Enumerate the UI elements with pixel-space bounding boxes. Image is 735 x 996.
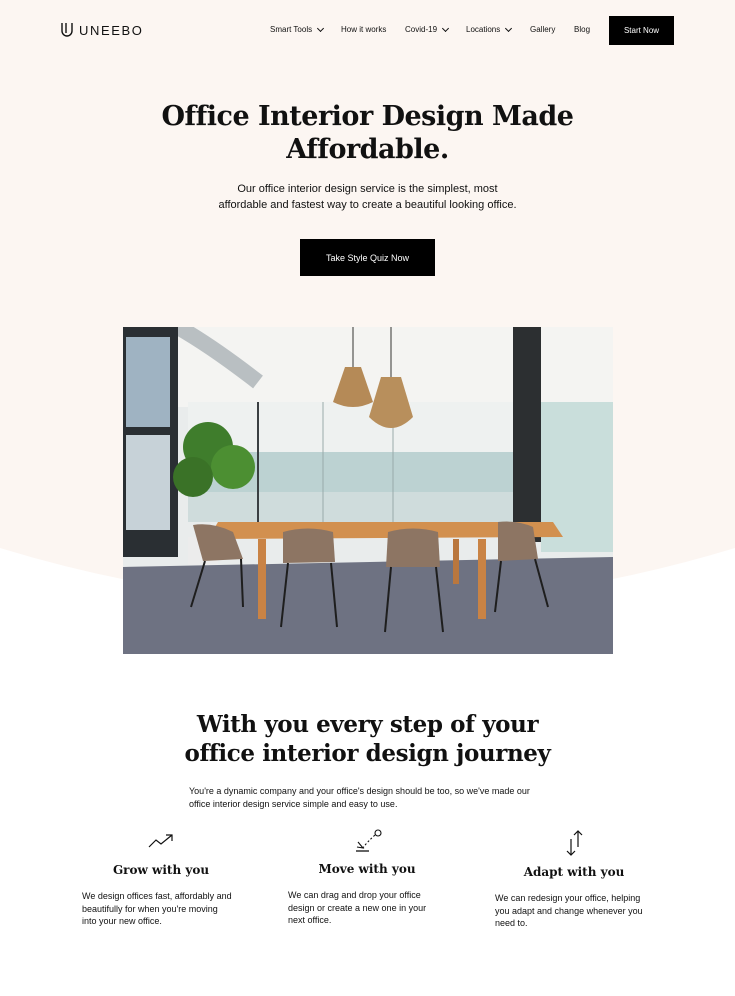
start-now-button[interactable]: Start Now [609,16,674,45]
take-style-quiz-button[interactable]: Take Style Quiz Now [300,239,435,276]
nav-item-blog[interactable]: Blog [574,25,590,34]
chevron-down-icon [441,24,450,33]
feature-title-adapt: Adapt with you [523,865,625,879]
nav-item-how-it-works[interactable]: How it works [341,25,386,34]
hero-title-line2: Affordable. [286,134,449,165]
drag-drop-icon [356,829,382,852]
journey-subtitle: You're a dynamic company and your office… [189,785,549,811]
feature-text-line: you adapt and change whenever you [495,905,643,916]
nav-item-smart-tools[interactable]: Smart Tools [270,24,325,34]
journey-title-line1: With you every step of your [196,711,539,738]
hero-title: Office Interior Design Made Affordable. [0,100,735,166]
office-illustration [123,327,613,654]
feature-text-adapt: We can redesign your office, helping you… [495,892,660,930]
nav-item-label: Covid-19 [405,25,438,34]
nav-item-label: Locations [466,25,501,34]
nav-item-locations[interactable]: Locations [466,24,513,34]
feature-text-line: We can redesign your office, helping [495,893,641,903]
feature-text-line: We can drag and drop your office [288,890,421,900]
feature-text-line: We design offices fast, affordably and [82,891,232,901]
office-photo [123,327,613,654]
journey-title: With you every step of your office inter… [0,710,735,768]
journey-title-line2: office interior design journey [184,740,551,767]
nav-item-label: Smart Tools [270,25,313,34]
nav-item-label: How it works [341,25,387,34]
arrows-up-down-icon [566,830,583,856]
top-nav: UNEEBO Smart Tools How it works Covid-19… [0,0,735,60]
chevron-down-icon [317,24,325,33]
journey-subtitle-line1: You're a dynamic company and your office… [189,786,530,796]
uneebo-logo-icon [61,23,73,37]
feature-text-move: We can drag and drop your office design … [288,889,448,927]
nav-item-gallery[interactable]: Gallery [530,25,555,34]
logo[interactable]: UNEEBO [60,22,144,38]
hero-title-line1: Office Interior Design Made [161,101,574,132]
feature-text-line: design or create a new one in your [288,902,427,913]
journey-subtitle-line2: office interior design service simple an… [189,799,398,809]
nav-item-label: Blog [574,25,591,34]
feature-title-move: Move with you [318,862,416,876]
nav-item-covid-19[interactable]: Covid-19 [405,24,450,34]
feature-text-grow: We design offices fast, affordably and b… [82,890,252,928]
brand-name: UNEEBO [79,22,144,38]
hero-subtitle-line2: affordable and fastest way to create a b… [218,198,517,211]
feature-text-line: into your new office. [82,916,162,926]
feature-text-line: need to. [495,918,528,928]
chevron-down-icon [505,24,513,33]
feature-text-line: next office. [288,915,332,925]
hero-subtitle-line1: Our office interior design service is th… [237,183,498,195]
feature-text-line: beautifully for when you're moving [82,903,218,914]
trend-up-icon [148,834,173,848]
feature-title-grow: Grow with you [112,863,210,877]
nav-item-label: Gallery [530,25,556,34]
hero-subtitle: Our office interior design service is th… [200,182,535,213]
